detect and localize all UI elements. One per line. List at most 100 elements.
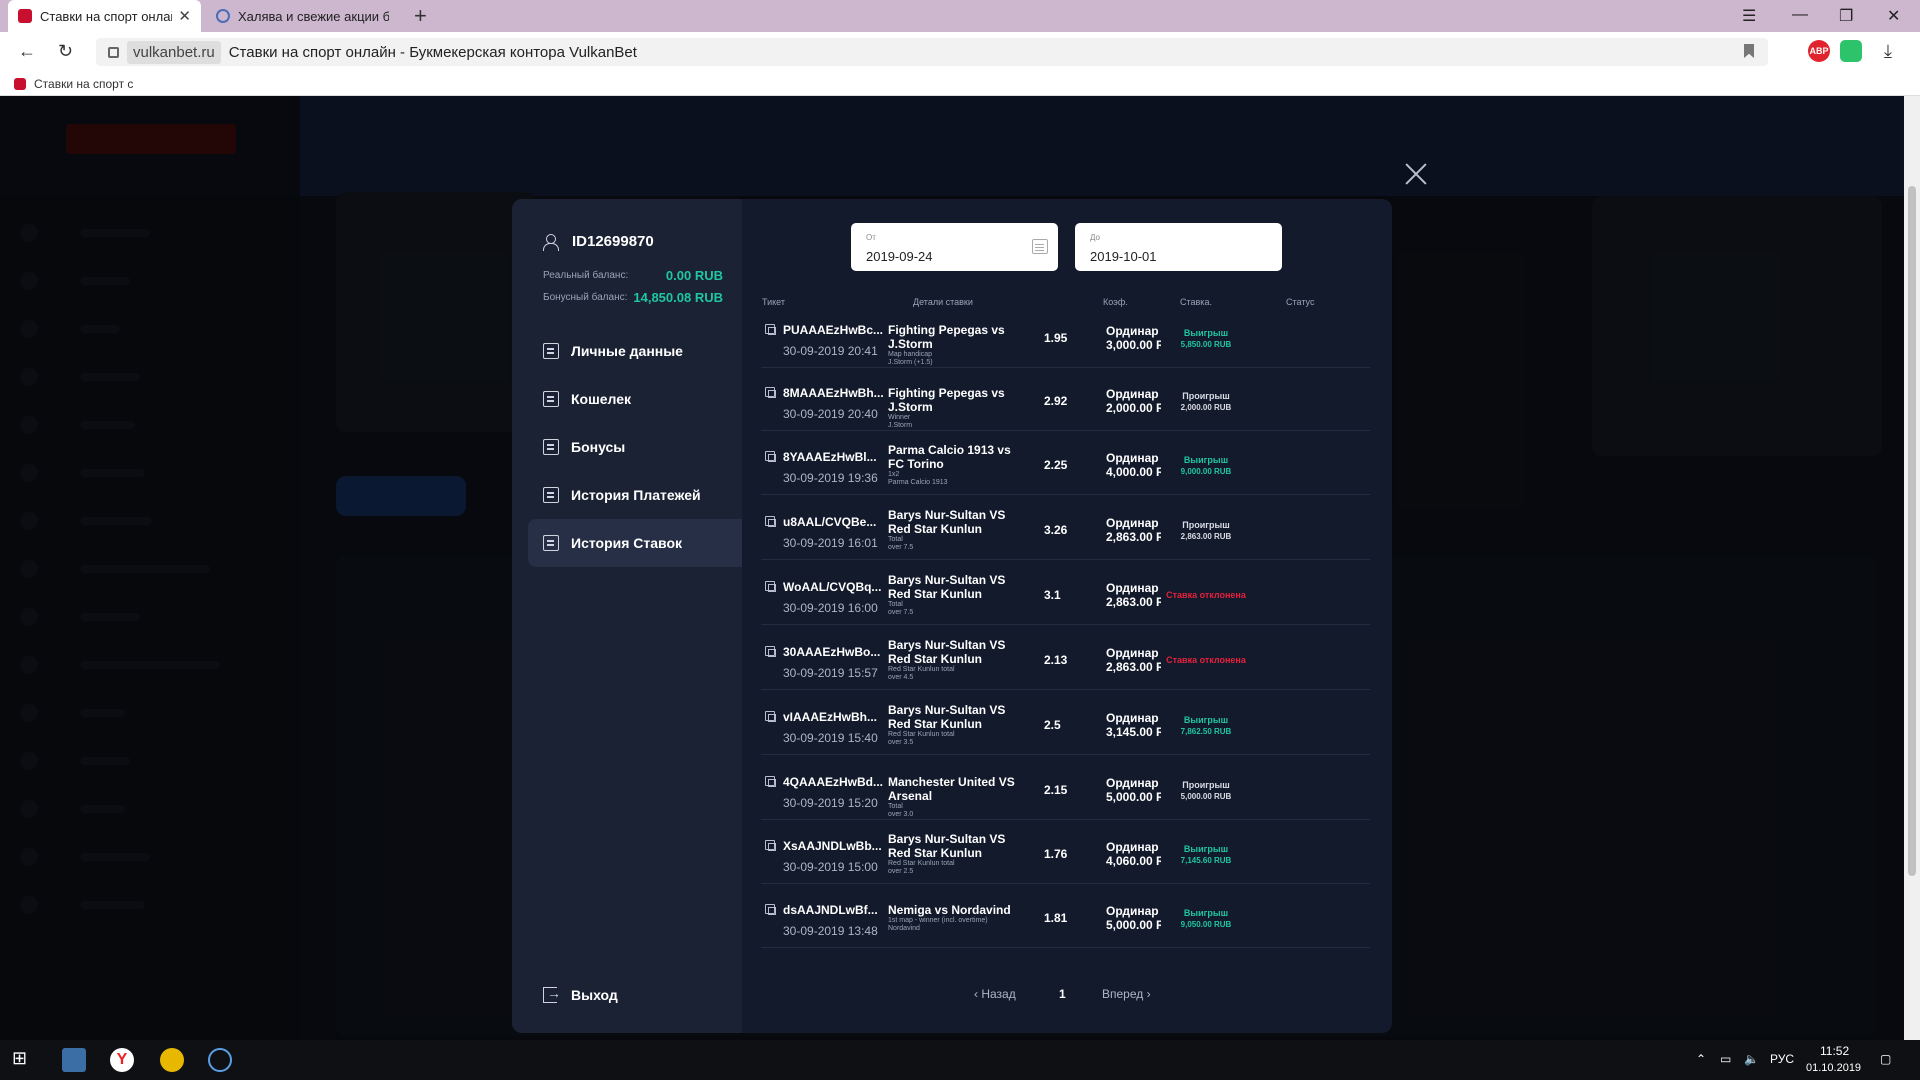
yandex-browser-icon[interactable]: Y — [110, 1048, 134, 1072]
bet-market: Map handicap — [888, 351, 932, 358]
new-tab-icon[interactable]: + — [414, 3, 427, 29]
menu-wallet[interactable]: Кошелек — [528, 375, 742, 423]
windows-start-icon[interactable]: ⊞ — [12, 1048, 36, 1072]
bet-type: Ординар — [1106, 646, 1159, 660]
calendar-icon[interactable] — [1032, 239, 1048, 254]
ticket-id[interactable]: vIAAAEzHwBh... — [783, 710, 877, 724]
table-row[interactable]: 30AAAEzHwBo... 30-09-2019 15:57 Barys Nur-… — [761, 626, 1370, 690]
date-to-value: 2019-10-01 — [1090, 249, 1157, 264]
extension-icon[interactable] — [1840, 40, 1862, 62]
bet-date: 30-09-2019 15:20 — [783, 796, 878, 810]
table-row[interactable]: u8AAL/CVQBe... 30-09-2019 16:01 Barys Nur-… — [761, 496, 1370, 560]
table-row[interactable]: WoAAL/CVQBq... 30-09-2019 16:00 Barys Nur-… — [761, 561, 1370, 625]
ticket-id[interactable]: 8YAAAEzHwBl... — [783, 450, 877, 464]
ticket-copy-icon[interactable] — [765, 451, 776, 462]
back-icon[interactable]: ← — [18, 41, 36, 62]
ticket-copy-icon[interactable] — [765, 904, 776, 915]
support-app-icon[interactable] — [208, 1048, 232, 1072]
date-from-field[interactable]: От 2019-09-24 — [851, 223, 1058, 271]
menu-icon[interactable]: ☰ — [1742, 6, 1756, 26]
ticket-copy-icon[interactable] — [765, 324, 776, 335]
status-amount: 2,000.00 RUB — [1180, 403, 1232, 412]
ticket-copy-icon[interactable] — [765, 387, 776, 398]
bet-stake: Ординар5,000.00 RUB — [1106, 776, 1161, 804]
ticket-copy-icon[interactable] — [765, 646, 776, 657]
bet-coef: 1.95 — [1044, 331, 1068, 345]
ticket-copy-icon[interactable] — [765, 711, 776, 722]
clock-date[interactable]: 01.10.2019 — [1806, 1062, 1861, 1074]
close-tab-icon[interactable]: ✕ — [178, 7, 191, 25]
wallet-icon — [543, 391, 559, 407]
bet-coef: 2.15 — [1044, 783, 1068, 797]
restore-icon[interactable]: ❐ — [1839, 6, 1853, 26]
ticket-copy-icon[interactable] — [765, 776, 776, 787]
event-name: Barys Nur-Sultan VS Red Star Kunlun — [888, 638, 1006, 666]
bet-market: Winner — [888, 414, 911, 421]
date-to-field[interactable]: До 2019-10-01 — [1075, 223, 1282, 271]
ticket-id[interactable]: 30AAAEzHwBo... — [783, 645, 880, 659]
table-row[interactable]: 8YAAAEzHwBl... 30-09-2019 19:36 Parma Calc… — [761, 431, 1370, 495]
volume-icon[interactable]: 🔈 — [1744, 1052, 1759, 1066]
ticket-id[interactable]: PUAAAEzHwBc... — [783, 323, 883, 337]
event-name: Barys Nur-Sultan VS Red Star Kunlun — [888, 703, 1006, 731]
tab-vulkanbet[interactable]: Ставки на спорт онлайн ✕ — [8, 0, 201, 32]
menu-personal-data[interactable]: Личные данные — [528, 327, 742, 375]
ticket-id[interactable]: u8AAL/CVQBe... — [783, 515, 876, 529]
ticket-copy-icon[interactable] — [765, 581, 776, 592]
bookmark-icon[interactable] — [1744, 44, 1754, 58]
notifications-icon[interactable]: ▢ — [1880, 1052, 1891, 1066]
tray-chevron-icon[interactable]: ⌃ — [1696, 1052, 1706, 1066]
ticket-id[interactable]: WoAAL/CVQBq... — [783, 580, 881, 594]
url-field[interactable]: vulkanbet.ru Ставки на спорт онлайн - Бу… — [96, 38, 1768, 66]
clock-time[interactable]: 11:52 — [1820, 1044, 1849, 1058]
status-amount: 2,863.00 RUB — [1180, 532, 1232, 541]
page-scrollbar[interactable] — [1904, 96, 1920, 1040]
pager-page[interactable]: 1 — [1059, 987, 1066, 1001]
user-info: ID12699870 — [542, 233, 654, 251]
network-icon[interactable]: ▭ — [1720, 1052, 1731, 1066]
explorer-icon[interactable] — [62, 1048, 86, 1072]
pager-prev[interactable]: ‹ Назад — [974, 987, 1016, 1001]
reload-icon[interactable]: ↻ — [58, 41, 73, 62]
minimize-icon[interactable]: — — [1792, 6, 1808, 24]
bet-stake-amount: 5,000.00 RUB — [1106, 918, 1161, 932]
ticket-id[interactable]: 8MAAAEzHwBh... — [783, 386, 884, 400]
scrollbar-thumb[interactable] — [1908, 186, 1916, 876]
ticket-id[interactable]: 4QAAAEzHwBd... — [783, 775, 883, 789]
event-name: Manchester United VS Arsenal — [888, 775, 1015, 803]
table-row[interactable]: PUAAAEzHwBc... 30-09-2019 20:41 Fighting P… — [761, 304, 1370, 368]
menu-bonuses[interactable]: Бонусы — [528, 423, 742, 471]
bookmark-item[interactable]: Ставки на спорт с — [34, 77, 133, 91]
menu-bet-history[interactable]: История Ставок — [528, 519, 742, 567]
status-badge: Выигрыш 9,050.00 RUB — [1156, 907, 1256, 931]
table-row[interactable]: 8MAAAEzHwBh... 30-09-2019 20:40 Fighting P… — [761, 367, 1370, 431]
close-window-icon[interactable]: ✕ — [1887, 6, 1900, 26]
adblock-icon[interactable]: ABP — [1808, 40, 1830, 62]
table-row[interactable]: dsAAJNDLwBf... 30-09-2019 13:48 Nemiga vs … — [761, 884, 1370, 948]
bet-market: Total — [888, 803, 903, 810]
bet-pick: over 2.5 — [888, 868, 914, 875]
logout-label: Выход — [571, 987, 618, 1003]
bet-market: Red Star Kunlun total — [888, 666, 955, 673]
app-icon[interactable] — [160, 1048, 184, 1072]
table-row[interactable]: vIAAAEzHwBh... 30-09-2019 15:40 Barys Nur-… — [761, 691, 1370, 755]
bet-market: Total — [888, 601, 903, 608]
status-label: Проигрыш — [1182, 520, 1230, 530]
table-row[interactable]: XsAAJNDLwBb... 30-09-2019 15:00 Barys Nur-… — [761, 820, 1370, 884]
status-badge: Ставка отклонена — [1156, 589, 1256, 601]
ticket-id[interactable]: dsAAJNDLwBf... — [783, 903, 878, 917]
pager-next[interactable]: Вперед › — [1102, 987, 1151, 1001]
bet-stake-amount: 2,863.00 RUB — [1106, 660, 1161, 674]
bet-event: Nemiga vs Nordavind 1st map - winner (inc… — [888, 903, 1028, 933]
tab-promo[interactable]: Халява и свежие акции бу — [206, 0, 399, 32]
logout-button[interactable]: Выход — [543, 985, 618, 1003]
ticket-copy-icon[interactable] — [765, 840, 776, 851]
language-indicator[interactable]: РУС — [1770, 1052, 1794, 1066]
close-modal-icon[interactable] — [1404, 162, 1428, 186]
bet-stake-amount: 4,000.00 RUB — [1106, 465, 1161, 479]
menu-payment-history[interactable]: История Платежей — [528, 471, 742, 519]
ticket-id[interactable]: XsAAJNDLwBb... — [783, 839, 882, 853]
download-icon[interactable]: ⤓ — [1884, 41, 1892, 62]
ticket-copy-icon[interactable] — [765, 516, 776, 527]
table-row[interactable]: 4QAAAEzHwBd... 30-09-2019 15:20 Manchester… — [761, 756, 1370, 820]
